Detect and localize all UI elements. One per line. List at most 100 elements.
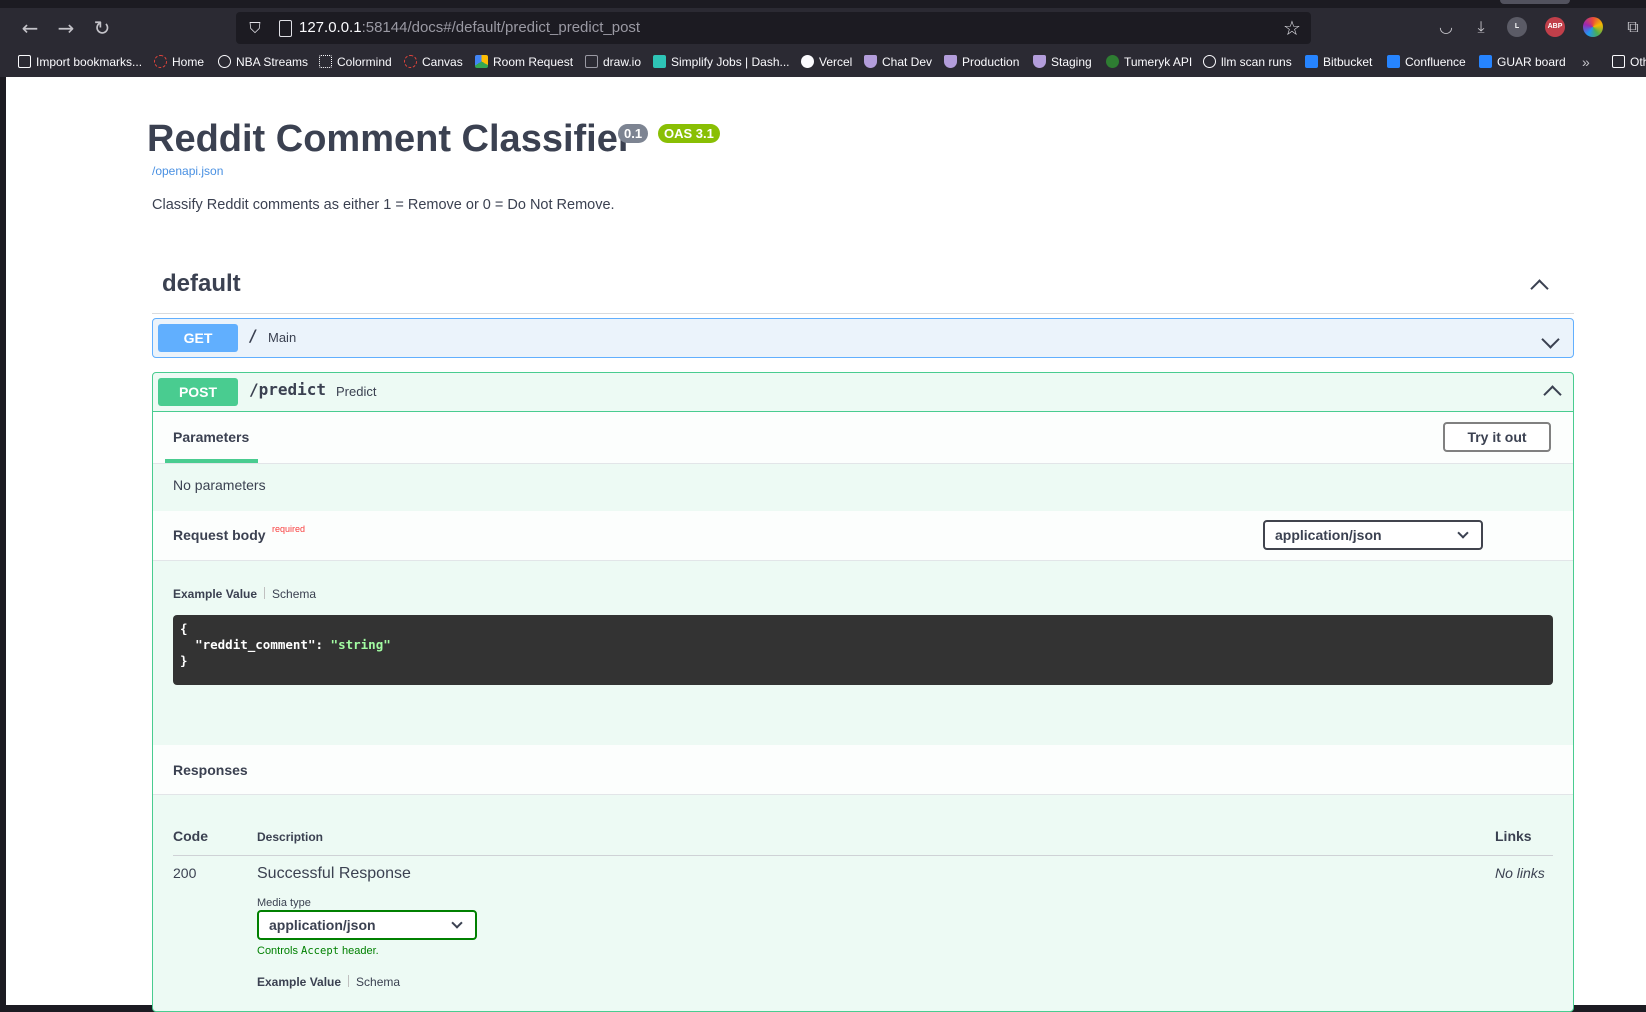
openapi-json-link[interactable]: /openapi.json	[152, 164, 223, 178]
active-tab-indicator[interactable]	[1500, 0, 1570, 4]
bookmark-room-request[interactable]: Room Request	[475, 53, 573, 71]
bookmark-llm-scan-runs[interactable]: llm scan runs	[1203, 53, 1292, 71]
back-icon[interactable]: ←	[16, 14, 44, 42]
example-code-block[interactable]: { "reddit_comment": "string" }	[173, 615, 1553, 685]
code-open-brace: {	[180, 621, 188, 636]
home-icon	[154, 55, 167, 68]
bookmark-home[interactable]: Home	[154, 53, 204, 71]
get-path: /	[248, 326, 258, 345]
address-bar[interactable]: ⛉ 127.0.0.1:58144/docs#/default/predict_…	[236, 12, 1311, 44]
bookmark-tumeryk-api[interactable]: Tumeryk API	[1106, 53, 1192, 71]
url-text[interactable]: 127.0.0.1:58144/docs#/default/predict_pr…	[299, 19, 640, 36]
parameters-header: Parameters Try it out	[153, 412, 1573, 464]
try-it-out-button[interactable]: Try it out	[1443, 422, 1551, 452]
adblock-icon[interactable]: ABP	[1545, 17, 1565, 37]
tracking-shield-icon[interactable]: ⛉	[244, 17, 266, 39]
response-media-type-select[interactable]: application/json	[257, 910, 477, 940]
account-icon[interactable]: L	[1507, 17, 1527, 37]
page-info-icon[interactable]	[274, 17, 296, 39]
column-description: Description	[257, 830, 324, 844]
bookmarks-overflow-icon[interactable]: »	[1582, 53, 1590, 71]
tab-schema[interactable]: Schema	[356, 975, 400, 989]
bookmark-star-icon[interactable]: ☆	[1279, 15, 1305, 41]
import-icon	[18, 55, 31, 68]
get-operation[interactable]: GET / Main	[152, 318, 1574, 358]
chevron-down-icon	[451, 917, 463, 929]
controls-code: Accept	[301, 945, 339, 957]
request-content-type-select[interactable]: application/json	[1263, 520, 1483, 550]
api-description: Classify Reddit comments as either 1 = R…	[152, 197, 615, 213]
folder-icon	[1612, 55, 1625, 68]
post-method-badge: POST	[158, 378, 238, 406]
api-title: Reddit Comment Classifier	[147, 118, 633, 160]
active-tab-underline	[165, 459, 258, 463]
bookmark-chat-dev[interactable]: Chat Dev	[864, 53, 932, 71]
confluence-icon	[1387, 55, 1400, 68]
tab-strip	[0, 0, 1646, 8]
bookmark-colormind[interactable]: Colormind	[319, 53, 392, 71]
request-body-label: Request body	[173, 527, 266, 543]
controls-accept-note: Controls Accept header.	[257, 945, 379, 957]
request-content-type-value: application/json	[1275, 527, 1382, 543]
browser-chrome: ← → ↻ ⛉ 127.0.0.1:58144/docs#/default/pr…	[0, 0, 1646, 77]
pocket-icon[interactable]: ◡	[1435, 16, 1457, 38]
bookmark-production[interactable]: Production	[944, 53, 1019, 71]
oas-badge: OAS 3.1	[658, 124, 720, 143]
tab-separator	[264, 587, 266, 599]
post-operation-header[interactable]: POST /predict Predict	[153, 373, 1573, 412]
column-links: Links	[1495, 828, 1532, 844]
bookmark-canvas[interactable]: Canvas	[404, 53, 463, 71]
bookmark-label: Bitbucket	[1323, 55, 1373, 69]
tab-parameters[interactable]: Parameters	[173, 429, 249, 445]
shield-icon	[944, 55, 957, 68]
response-description: Successful Response	[257, 865, 411, 882]
tab-separator	[348, 975, 350, 987]
request-example-tabs: Example Value Schema	[173, 587, 316, 601]
bookmark-simplify[interactable]: Simplify Jobs | Dash...	[653, 53, 790, 71]
controls-suffix: header.	[338, 945, 379, 957]
color-extension-icon[interactable]	[1583, 17, 1603, 37]
code-key: "reddit_comment"	[195, 637, 316, 652]
chevron-down-icon	[1457, 527, 1469, 539]
bookmark-label: Production	[962, 55, 1020, 69]
bookmark-label: Import bookmarks...	[36, 55, 143, 69]
controls-prefix: Controls	[257, 945, 302, 957]
bookmark-vercel[interactable]: Vercel	[801, 53, 852, 71]
forward-icon[interactable]: →	[52, 14, 80, 42]
tab-schema[interactable]: Schema	[272, 587, 316, 601]
responses-header: Responses	[153, 745, 1573, 795]
bookmark-import[interactable]: Import bookmarks...	[18, 53, 142, 71]
expand-chevron-down-icon[interactable]	[1539, 331, 1561, 353]
download-icon[interactable]: ⤓	[1470, 16, 1492, 38]
bookmark-staging[interactable]: Staging	[1033, 53, 1092, 71]
tab-example-value[interactable]: Example Value	[173, 587, 257, 601]
bookmark-label: Staging	[1051, 55, 1092, 69]
bookmark-label: NBA Streams	[236, 55, 309, 69]
bookmark-label: Oth	[1630, 55, 1646, 69]
collapse-chevron-up-icon[interactable]	[1528, 274, 1550, 296]
bitbucket-icon	[1305, 55, 1318, 68]
reload-icon[interactable]: ↻	[88, 14, 116, 42]
bookmark-bitbucket[interactable]: Bitbucket	[1305, 53, 1372, 71]
extensions-icon[interactable]: ⧉	[1622, 16, 1644, 38]
tag-section-header[interactable]: default	[152, 260, 1574, 314]
drive-icon	[475, 55, 488, 68]
bookmark-guar-board[interactable]: GUAR board	[1479, 53, 1566, 71]
bookmark-label: Canvas	[422, 55, 463, 69]
post-operation: POST /predict Predict Parameters Try it …	[152, 372, 1574, 1012]
bookmark-confluence[interactable]: Confluence	[1387, 53, 1466, 71]
bookmark-nba-streams[interactable]: NBA Streams	[218, 53, 308, 71]
collapse-chevron-up-icon[interactable]	[1541, 380, 1563, 402]
bookmark-drawio[interactable]: draw.io	[585, 53, 641, 71]
bookmark-label: Confluence	[1405, 55, 1466, 69]
globe-icon	[1203, 55, 1216, 68]
url-path: :58144/docs#/default/predict_predict_pos…	[361, 19, 641, 36]
bookmark-label: GUAR board	[1497, 55, 1566, 69]
code-colon: :	[315, 637, 331, 652]
tab-example-value[interactable]: Example Value	[257, 975, 341, 989]
required-label: required	[272, 524, 306, 534]
responses-title: Responses	[173, 762, 248, 778]
bookmark-other[interactable]: Oth	[1612, 53, 1646, 71]
response-links: No links	[1495, 865, 1545, 881]
bookmark-label: llm scan runs	[1221, 55, 1292, 69]
